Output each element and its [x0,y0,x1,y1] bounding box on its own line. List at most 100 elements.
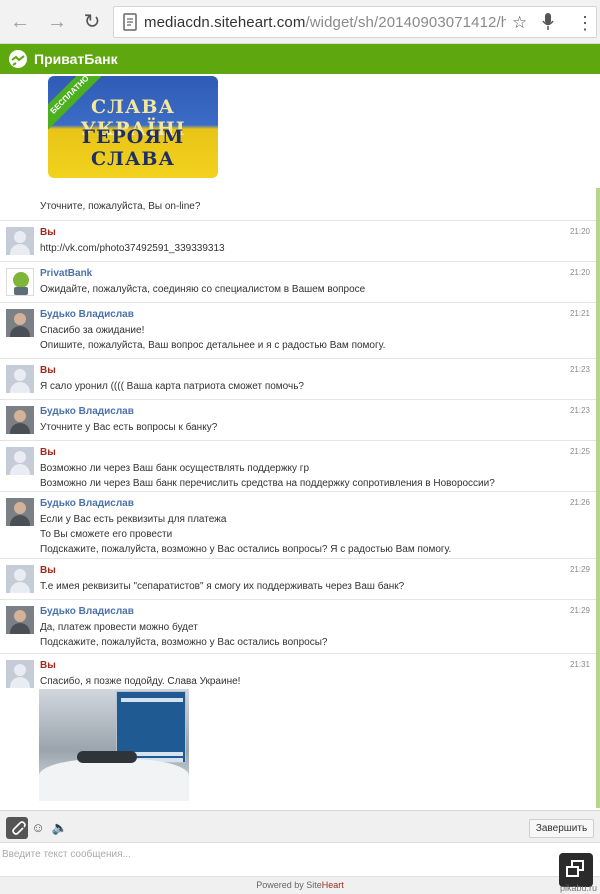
reload-icon[interactable]: ↻ [80,10,104,34]
client-avatar [6,365,34,393]
browser-toolbar: ← → ↻ mediacdn.siteheart.com/widget/sh/2… [0,0,600,44]
client-avatar [6,660,34,688]
chat-transcript[interactable]: СЛАВА УКРАЇНІ ГЕРОЯМ СЛАВА БЕСПЛАТНО Уто… [0,74,600,810]
message-author: Вы [40,227,56,238]
message-input-area [0,842,600,876]
composer-toolbar: ☺ 🔈 Завершить [0,810,600,842]
banner-line-2: ГЕРОЯМ СЛАВА [81,126,185,170]
operator-avatar [6,406,34,434]
intro-message-text: Уточните, пожалуйста, Вы on-line? [40,201,201,212]
message-input[interactable] [2,845,542,863]
privatbank-avatar [6,268,34,296]
back-arrow-icon[interactable]: ← [8,10,32,34]
pikabu-watermark: pikabu.ru [559,883,597,893]
attached-photo[interactable] [39,689,189,801]
siteheart-link-b[interactable]: Heart [322,880,344,890]
client-avatar [6,565,34,593]
sound-icon[interactable]: 🔈 [50,818,70,838]
star-icon[interactable]: ☆ [512,13,527,33]
message-line: Т.е имея реквизиты "сепаратистов" я смог… [40,581,405,592]
finish-chat-button[interactable]: Завершить [529,819,594,838]
message-author: Вы [40,660,56,671]
chat-message: Вы 21:25 Возможно ли через Ваш банк осущ… [0,440,600,491]
message-time: 21:26 [569,498,590,507]
page-info-icon[interactable] [123,13,137,31]
message-text: Спасибо, я позже подойду. Слава Украине! [40,674,240,689]
message-time: 21:29 [569,606,590,615]
widget-title: ПриватБанк [34,51,118,67]
privatbank-logo-icon [9,50,27,68]
message-author: Будько Владислав [40,309,134,320]
message-time: 21:20 [569,227,590,236]
message-line: Подскажите, пожалуйста, возможно у Вас о… [40,637,328,648]
message-time: 21:29 [569,565,590,574]
message-time: 21:23 [569,406,590,415]
chat-message: Вы 21:31 Спасибо, я позже подойду. Слава… [0,653,600,810]
message-text: Ожидайте, пожалуйста, соединяю со специа… [40,282,365,297]
chat-message: Вы 21:20 http://vk.com/photo37492591_339… [0,220,600,261]
message-time: 21:20 [569,268,590,277]
photo-snow [39,759,189,801]
message-text: Возможно ли через Ваш банк осуществлять … [40,461,495,491]
message-author: Вы [40,365,56,376]
message-line: Да, платеж провести можно будет [40,622,198,633]
message-line: Возможно ли через Ваш банк перечислить с… [40,478,495,489]
chat-message: Будько Владислав 21:23 Уточните у Вас ес… [0,399,600,440]
chat-message: Будько Владислав 21:21 Спасибо за ожидан… [0,302,600,358]
message-time: 21:25 [569,447,590,456]
floating-window-icon[interactable] [559,853,593,887]
message-author: Будько Владислав [40,606,134,617]
message-author: Будько Владислав [40,498,134,509]
chat-message: Будько Владислав 21:29 Да, платеж провес… [0,599,600,653]
message-line: Возможно ли через Ваш банк осуществлять … [40,463,310,474]
message-time: 21:31 [569,660,590,669]
message-line: Ожидайте, пожалуйста, соединяю со специа… [40,284,366,295]
message-text: Если у Вас есть реквизиты для платежа То… [40,512,451,557]
message-author: Вы [40,565,56,576]
powered-by-text: Powered by [256,880,307,890]
message-author: Будько Владислав [40,406,134,417]
message-line: Если у Вас есть реквизиты для платежа [40,514,227,525]
message-line: Спасибо за ожидание! [40,325,145,336]
message-line: Опишите, пожалуйста, Ваш вопрос детальне… [40,340,386,351]
operator-avatar [6,309,34,337]
operator-avatar [6,606,34,634]
chat-message: Будько Владислав 21:26 Если у Вас есть р… [0,491,600,558]
message-text: Я сало уронил (((( Ваша карта патриота с… [40,379,304,394]
address-bar-actions: ☆ ⋮ [506,7,596,37]
widget-header: ПриватБанк [0,44,600,74]
message-line: Уточните у Вас есть вопросы к банку? [40,422,218,433]
photo-figure [77,751,137,763]
siteheart-link-a[interactable]: Site [306,880,322,890]
chat-message: PrivatBank 21:20 Ожидайте, пожалуйста, с… [0,261,600,302]
url-text: mediacdn.siteheart.com/widget/sh/2014090… [144,14,534,31]
attach-paperclip-icon[interactable] [6,817,28,839]
message-line: То Вы сможете его провести [40,529,173,540]
message-text: http://vk.com/photo37492591_339339313 [40,241,225,256]
message-line: Спасибо, я позже подойду. Слава Украине! [40,676,241,687]
message-author: Вы [40,447,56,458]
message-time: 21:21 [569,309,590,318]
message-time: 21:23 [569,365,590,374]
message-line: Я сало уронил (((( Ваша карта патриота с… [40,381,304,392]
smiley-icon[interactable]: ☺ [28,818,48,838]
menu-icon[interactable]: ⋮ [576,13,594,34]
patriot-card-image: СЛАВА УКРАЇНІ ГЕРОЯМ СЛАВА БЕСПЛАТНО [48,76,218,178]
chat-message: Вы 21:23 Я сало уронил (((( Ваша карта п… [0,358,600,399]
scrollbar-thumb[interactable] [596,188,600,808]
message-text: Да, платеж провести можно будет Подскажи… [40,620,327,650]
microphone-icon[interactable] [542,13,554,36]
powered-by-footer: Powered by SiteHeart [0,876,600,894]
message-text: Т.е имея реквизиты "сепаратистов" я смог… [40,579,404,594]
forward-arrow-icon[interactable]: → [45,10,69,34]
message-line: Подскажите, пожалуйста, возможно у Вас о… [40,544,452,555]
message-text: Спасибо за ожидание! Опишите, пожалуйста… [40,323,385,353]
client-avatar [6,447,34,475]
message-author: PrivatBank [40,268,93,279]
message-text: Уточните у Вас есть вопросы к банку? [40,420,217,435]
chat-message: Вы 21:29 Т.е имея реквизиты "сепаратисто… [0,558,600,599]
address-bar[interactable]: mediacdn.siteheart.com/widget/sh/2014090… [113,6,597,38]
message-line[interactable]: http://vk.com/photo37492591_339339313 [40,241,225,256]
operator-avatar [6,498,34,526]
client-avatar [6,227,34,255]
